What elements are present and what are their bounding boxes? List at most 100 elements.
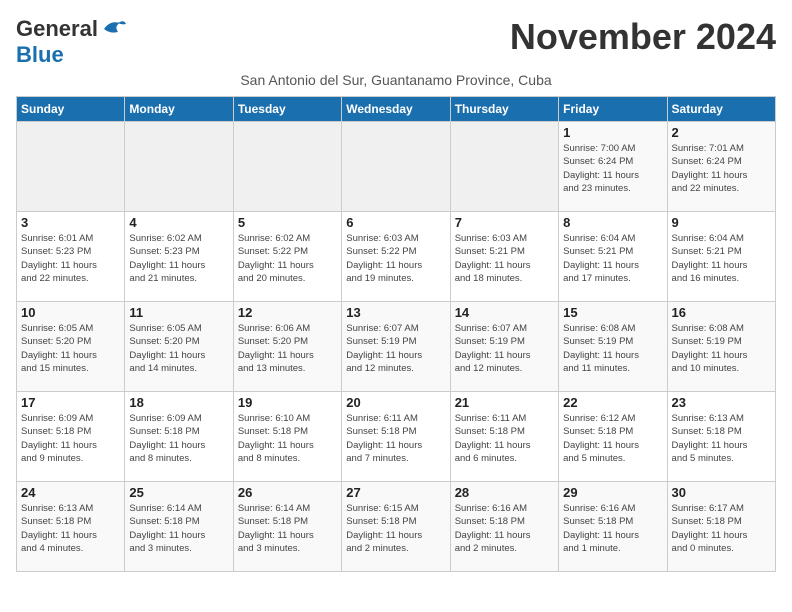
day-cell-12: 12Sunrise: 6:06 AM Sunset: 5:20 PM Dayli… [233,302,341,392]
day-cell-30: 30 Sunrise: 6:17 AM Sunset: 5:18 PM Dayli… [667,482,775,572]
day-info-15: Sunrise: 6:08 AM Sunset: 5:19 PM Dayligh… [563,322,662,375]
week-row-5: 24 Sunrise: 6:13 AM Sunset: 5:18 PM Dayli… [17,482,776,572]
day-cell-17: 17 Sunrise: 6:09 AM Sunset: 5:18 PM Dayli… [17,392,125,482]
day-cell-6: 6 Sunrise: 6:03 AM Sunset: 5:22 PM Daylig… [342,212,450,302]
day-info-30: Sunrise: 6:17 AM Sunset: 5:18 PM Dayligh… [672,502,771,555]
day-cell-11: 11Sunrise: 6:05 AM Sunset: 5:20 PM Dayli… [125,302,233,392]
day-number-6: 6 [346,215,445,230]
day-number-17: 17 [21,395,120,410]
day-cell-26: 26 Sunrise: 6:14 AM Sunset: 5:18 PM Dayli… [233,482,341,572]
day-number-3: 3 [21,215,120,230]
day-number-15: 15 [563,305,662,320]
day-info-8: Sunrise: 6:04 AM Sunset: 5:21 PM Dayligh… [563,232,662,285]
day-info-20: Sunrise: 6:11 AM Sunset: 5:18 PM Dayligh… [346,412,445,465]
day-number-29: 29 [563,485,662,500]
header-row: SundayMondayTuesdayWednesdayThursdayFrid… [17,97,776,122]
day-cell-2: 2Sunrise: 7:01 AM Sunset: 6:24 PM Daylig… [667,122,775,212]
header-thursday: Thursday [450,97,558,122]
empty-cell [233,122,341,212]
week-row-2: 3 Sunrise: 6:01 AM Sunset: 5:23 PM Daylig… [17,212,776,302]
day-cell-27: 27Sunrise: 6:15 AM Sunset: 5:18 PM Dayli… [342,482,450,572]
day-number-30: 30 [672,485,771,500]
day-cell-22: 22 Sunrise: 6:12 AM Sunset: 5:18 PM Dayli… [559,392,667,482]
calendar-header: SundayMondayTuesdayWednesdayThursdayFrid… [17,97,776,122]
day-cell-14: 14 Sunrise: 6:07 AM Sunset: 5:19 PM Dayli… [450,302,558,392]
day-info-24: Sunrise: 6:13 AM Sunset: 5:18 PM Dayligh… [21,502,120,555]
day-cell-20: 20Sunrise: 6:11 AM Sunset: 5:18 PM Dayli… [342,392,450,482]
logo-general-text: General [16,16,98,42]
day-number-19: 19 [238,395,337,410]
empty-cell [125,122,233,212]
day-cell-15: 15 Sunrise: 6:08 AM Sunset: 5:19 PM Dayli… [559,302,667,392]
day-info-1: Sunrise: 7:00 AM Sunset: 6:24 PM Dayligh… [563,142,662,195]
header-saturday: Saturday [667,97,775,122]
day-info-19: Sunrise: 6:10 AM Sunset: 5:18 PM Dayligh… [238,412,337,465]
day-number-4: 4 [129,215,228,230]
day-info-14: Sunrise: 6:07 AM Sunset: 5:19 PM Dayligh… [455,322,554,375]
header-monday: Monday [125,97,233,122]
day-info-7: Sunrise: 6:03 AM Sunset: 5:21 PM Dayligh… [455,232,554,285]
week-row-4: 17 Sunrise: 6:09 AM Sunset: 5:18 PM Dayli… [17,392,776,482]
day-cell-9: 9 Sunrise: 6:04 AM Sunset: 5:21 PM Daylig… [667,212,775,302]
day-info-22: Sunrise: 6:12 AM Sunset: 5:18 PM Dayligh… [563,412,662,465]
day-cell-23: 23Sunrise: 6:13 AM Sunset: 5:18 PM Dayli… [667,392,775,482]
day-cell-25: 25Sunrise: 6:14 AM Sunset: 5:18 PM Dayli… [125,482,233,572]
day-info-10: Sunrise: 6:05 AM Sunset: 5:20 PM Dayligh… [21,322,120,375]
day-cell-13: 13 Sunrise: 6:07 AM Sunset: 5:19 PM Dayli… [342,302,450,392]
header-friday: Friday [559,97,667,122]
day-number-13: 13 [346,305,445,320]
day-number-26: 26 [238,485,337,500]
day-info-9: Sunrise: 6:04 AM Sunset: 5:21 PM Dayligh… [672,232,771,285]
day-cell-1: 1Sunrise: 7:00 AM Sunset: 6:24 PM Daylig… [559,122,667,212]
day-cell-3: 3 Sunrise: 6:01 AM Sunset: 5:23 PM Daylig… [17,212,125,302]
day-info-13: Sunrise: 6:07 AM Sunset: 5:19 PM Dayligh… [346,322,445,375]
day-number-2: 2 [672,125,771,140]
day-info-6: Sunrise: 6:03 AM Sunset: 5:22 PM Dayligh… [346,232,445,285]
day-number-10: 10 [21,305,120,320]
day-info-17: Sunrise: 6:09 AM Sunset: 5:18 PM Dayligh… [21,412,120,465]
day-number-25: 25 [129,485,228,500]
day-info-29: Sunrise: 6:16 AM Sunset: 5:18 PM Dayligh… [563,502,662,555]
header-wednesday: Wednesday [342,97,450,122]
subtitle: San Antonio del Sur, Guantanamo Province… [16,72,776,88]
logo-bird-icon [100,18,128,40]
day-cell-10: 10 Sunrise: 6:05 AM Sunset: 5:20 PM Dayli… [17,302,125,392]
day-cell-28: 28 Sunrise: 6:16 AM Sunset: 5:18 PM Dayli… [450,482,558,572]
week-row-3: 10 Sunrise: 6:05 AM Sunset: 5:20 PM Dayli… [17,302,776,392]
empty-cell [17,122,125,212]
day-number-18: 18 [129,395,228,410]
header-tuesday: Tuesday [233,97,341,122]
logo-blue-text: Blue [16,42,64,67]
day-number-7: 7 [455,215,554,230]
week-row-1: 1Sunrise: 7:00 AM Sunset: 6:24 PM Daylig… [17,122,776,212]
day-cell-21: 21 Sunrise: 6:11 AM Sunset: 5:18 PM Dayli… [450,392,558,482]
day-number-9: 9 [672,215,771,230]
day-info-26: Sunrise: 6:14 AM Sunset: 5:18 PM Dayligh… [238,502,337,555]
day-info-3: Sunrise: 6:01 AM Sunset: 5:23 PM Dayligh… [21,232,120,285]
day-number-14: 14 [455,305,554,320]
calendar-table: SundayMondayTuesdayWednesdayThursdayFrid… [16,96,776,572]
day-cell-24: 24 Sunrise: 6:13 AM Sunset: 5:18 PM Dayli… [17,482,125,572]
month-title: November 2024 [510,16,776,58]
day-cell-5: 5Sunrise: 6:02 AM Sunset: 5:22 PM Daylig… [233,212,341,302]
day-number-23: 23 [672,395,771,410]
day-number-28: 28 [455,485,554,500]
logo: General Blue [16,16,128,68]
day-cell-19: 19 Sunrise: 6:10 AM Sunset: 5:18 PM Dayli… [233,392,341,482]
header-sunday: Sunday [17,97,125,122]
day-cell-16: 16Sunrise: 6:08 AM Sunset: 5:19 PM Dayli… [667,302,775,392]
day-info-5: Sunrise: 6:02 AM Sunset: 5:22 PM Dayligh… [238,232,337,285]
day-cell-4: 4Sunrise: 6:02 AM Sunset: 5:23 PM Daylig… [125,212,233,302]
day-number-11: 11 [129,305,228,320]
day-number-21: 21 [455,395,554,410]
page-header: General Blue November 2024 [16,16,776,68]
day-cell-8: 8Sunrise: 6:04 AM Sunset: 5:21 PM Daylig… [559,212,667,302]
day-cell-7: 7 Sunrise: 6:03 AM Sunset: 5:21 PM Daylig… [450,212,558,302]
day-info-28: Sunrise: 6:16 AM Sunset: 5:18 PM Dayligh… [455,502,554,555]
day-info-21: Sunrise: 6:11 AM Sunset: 5:18 PM Dayligh… [455,412,554,465]
day-info-18: Sunrise: 6:09 AM Sunset: 5:18 PM Dayligh… [129,412,228,465]
day-number-27: 27 [346,485,445,500]
day-cell-18: 18 Sunrise: 6:09 AM Sunset: 5:18 PM Dayli… [125,392,233,482]
day-number-24: 24 [21,485,120,500]
day-number-22: 22 [563,395,662,410]
